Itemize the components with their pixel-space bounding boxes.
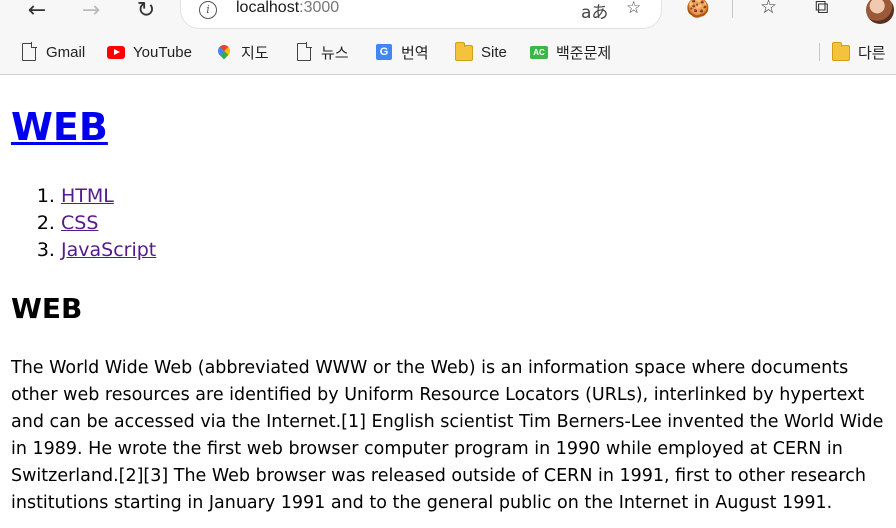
section-heading: WEB [11, 292, 83, 325]
url-text[interactable]: localhost:3000 [236, 0, 339, 17]
description-line: institutions starting in January 1991 an… [11, 493, 833, 513]
maps-icon [215, 42, 233, 61]
bookmark-baekjoon[interactable]: AC 백준문제 [530, 38, 611, 66]
bookmark-label: Gmail [46, 43, 86, 61]
description-line: in 1989. He wrote the first web browser … [11, 439, 843, 459]
description-paragraph: The World Wide Web (abbreviated WWW or t… [11, 355, 896, 517]
description-line: Switzerland.[2][3] The Web browser was r… [11, 466, 866, 486]
javascript-link[interactable]: JavaScript [61, 239, 156, 261]
bookmark-site-folder[interactable]: Site [455, 38, 507, 66]
bookmark-label: Site [481, 43, 507, 61]
list-item: JavaScript [61, 237, 156, 264]
bookmark-label: 번역 [401, 44, 429, 62]
add-favorite-icon[interactable]: ☆ [626, 0, 641, 18]
file-icon [295, 42, 313, 61]
site-info-icon[interactable]: i [199, 1, 217, 19]
list-item: CSS [61, 210, 156, 237]
bookmark-label: 뉴스 [321, 44, 349, 62]
collections-icon[interactable]: ⧉ [815, 0, 829, 18]
forward-arrow-icon[interactable]: → [76, 0, 106, 24]
bookmark-other-folder[interactable]: 다른 [832, 38, 886, 66]
bookmark-label: YouTube [133, 43, 192, 61]
bookmark-youtube[interactable]: YouTube [107, 38, 192, 66]
folder-icon [455, 42, 473, 61]
toolbar-divider [732, 0, 733, 18]
favorites-icon[interactable]: ☆ [760, 0, 777, 18]
bookmark-label: 지도 [241, 44, 269, 62]
bookmark-translate[interactable]: G 번역 [375, 38, 429, 66]
page-title: WEB [11, 105, 108, 149]
reload-icon[interactable]: ↻ [131, 0, 161, 24]
html-link[interactable]: HTML [61, 185, 114, 207]
css-link[interactable]: CSS [61, 212, 98, 234]
translate-icon: G [375, 43, 393, 61]
nav-list: HTML CSS JavaScript [11, 183, 156, 264]
bookmark-label: 백준문제 [556, 44, 612, 62]
youtube-icon [107, 43, 125, 61]
address-bar[interactable]: i localhost:3000 aあ ☆ [181, 0, 661, 28]
bookmark-label: 다른 [858, 44, 886, 62]
bookmark-news[interactable]: 뉴스 [295, 38, 349, 66]
description-line: other web resources are identified by Un… [11, 385, 865, 405]
read-aloud-icon[interactable]: aあ [581, 0, 608, 23]
home-link[interactable]: WEB [11, 105, 108, 149]
browser-chrome: ← → ↻ i localhost:3000 aあ ☆ 🍪 ☆ ⧉ Gmail … [0, 0, 896, 75]
list-item: HTML [61, 183, 156, 210]
profile-avatar[interactable] [866, 0, 894, 24]
back-arrow-icon[interactable]: ← [22, 0, 52, 24]
folder-icon [832, 42, 850, 61]
bookmark-gmail[interactable]: Gmail [20, 38, 85, 66]
cookie-extension-icon[interactable]: 🍪 [686, 0, 710, 19]
bookmarks-bar: Gmail YouTube 지도 뉴스 G 번역 Site AC 백준문제 다른 [0, 38, 896, 66]
bookmark-maps[interactable]: 지도 [215, 38, 269, 66]
ac-icon: AC [530, 43, 548, 61]
file-icon [20, 42, 38, 61]
bookmarks-divider [819, 43, 820, 61]
description-line: and can be accessed via the Internet.[1]… [11, 412, 884, 432]
description-line: The World Wide Web (abbreviated WWW or t… [11, 358, 849, 378]
